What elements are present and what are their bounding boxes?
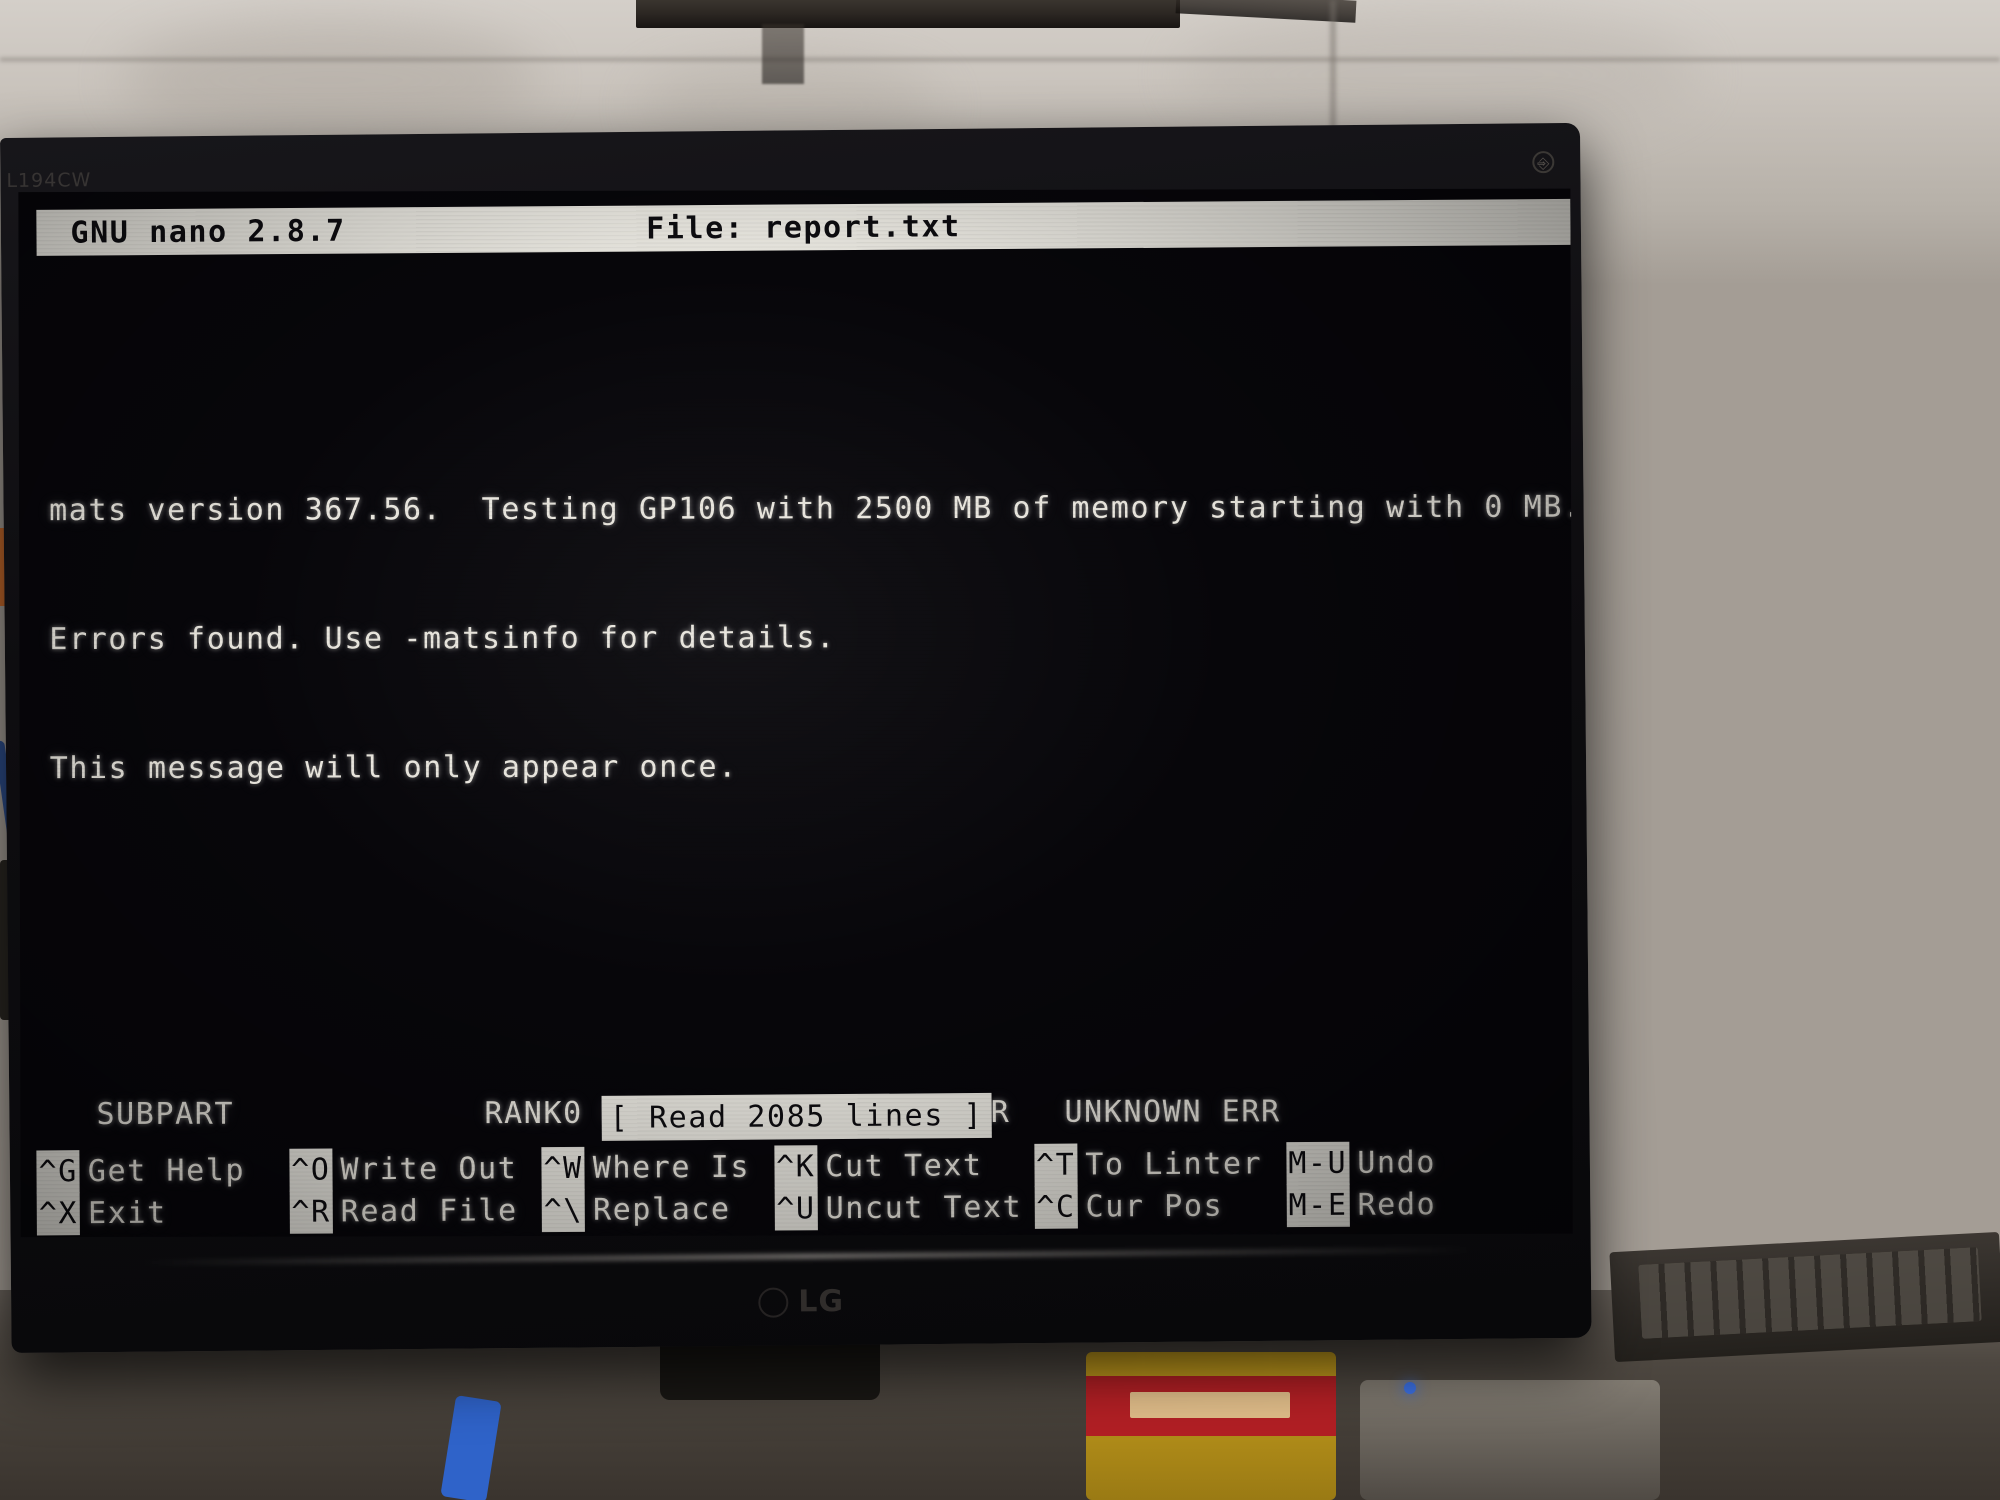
- report-line: Errors found. Use -matsinfo for details.: [49, 620, 836, 658]
- nano-title-bar: GNU nano 2.8.7 File: report.txt: [36, 198, 1571, 256]
- shortcut-label: Cut Text: [825, 1147, 983, 1184]
- shortcut-group: M-U Undo M-E Redo: [1286, 1141, 1437, 1227]
- report-message-block: mats version 367.56. Testing GP106 with …: [35, 400, 1573, 876]
- shortcut-replace[interactable]: ^\ Replace: [541, 1188, 751, 1232]
- wall-seam: [0, 58, 2000, 61]
- shortcut-label: Where Is: [592, 1149, 751, 1186]
- shortcut-label: Redo: [1357, 1186, 1437, 1223]
- column-header-unknown-err: UNKNOWN ERR: [1064, 1094, 1281, 1130]
- wall-stain: [1180, 10, 1700, 140]
- shortcut-group: ^G Get Help ^X Exit: [36, 1149, 246, 1235]
- shortcut-label: Uncut Text: [825, 1189, 1023, 1226]
- shortcut-read-file[interactable]: ^R Read File: [289, 1189, 518, 1234]
- shortcut-to-linter[interactable]: ^T To Linter: [1033, 1142, 1263, 1187]
- shortcut-get-help[interactable]: ^G Get Help: [36, 1149, 246, 1193]
- shortcut-group: ^W Where Is ^\ Replace: [541, 1146, 751, 1232]
- shortcut-key: ^\: [541, 1188, 586, 1232]
- shortcut-label: Cur Pos: [1085, 1188, 1224, 1224]
- shortcut-label: Read File: [340, 1192, 518, 1229]
- clutter-blue-led: [1404, 1382, 1416, 1394]
- clutter-plastic-bag: [1360, 1380, 1660, 1500]
- shortcut-group: ^K Cut Text ^U Uncut Text: [773, 1144, 1023, 1231]
- shortcut-cut-text[interactable]: ^K Cut Text: [773, 1144, 1022, 1189]
- monitor-model-label: L194CW: [6, 169, 92, 192]
- shortcut-label: Get Help: [87, 1152, 246, 1189]
- nano-version-label: GNU nano 2.8.7: [70, 213, 346, 251]
- shortcut-uncut-text[interactable]: ^U Uncut Text: [774, 1186, 1023, 1231]
- shortcut-write-out[interactable]: ^O Write Out: [288, 1147, 518, 1192]
- nano-text-body[interactable]: mats version 367.56. Testing GP106 with …: [35, 271, 1573, 1238]
- shortcut-where-is[interactable]: ^W Where Is: [541, 1146, 751, 1190]
- shortcut-group: ^T To Linter ^C Cur Pos: [1033, 1142, 1263, 1229]
- lg-mark-icon: [758, 1286, 789, 1318]
- shortcut-redo[interactable]: M-E Redo: [1286, 1183, 1437, 1227]
- shortcut-label: Replace: [592, 1191, 731, 1228]
- shortcut-label: Exit: [87, 1195, 167, 1231]
- shortcut-key: ^K: [773, 1144, 818, 1189]
- status-message: [ Read 2085 lines ]: [601, 1092, 992, 1141]
- nano-filename-label: File: report.txt: [646, 208, 961, 246]
- shortcut-key: ^W: [541, 1146, 585, 1190]
- shortcut-key: M-U: [1286, 1141, 1350, 1185]
- shortcut-key: M-E: [1286, 1183, 1350, 1227]
- wall-stain: [120, 20, 540, 140]
- shortcut-group: ^O Write Out ^R Read File: [288, 1147, 518, 1234]
- wall-tape-patch: [636, 0, 1180, 28]
- wall-tape-patch: [762, 24, 804, 84]
- shortcut-key: ^U: [774, 1186, 818, 1231]
- shortcut-exit[interactable]: ^X Exit: [36, 1191, 246, 1235]
- brand-logo: LG: [758, 1284, 844, 1320]
- shortcut-key: ^R: [289, 1189, 333, 1234]
- power-icon[interactable]: ⎆: [1532, 151, 1555, 174]
- report-line: mats version 367.56. Testing GP106 with …: [49, 489, 1573, 529]
- report-line: This message will only appear once.: [49, 749, 738, 787]
- nano-editor: GNU nano 2.8.7 File: report.txt mats ver…: [18, 189, 1573, 1238]
- shortcut-key: ^C: [1034, 1185, 1078, 1229]
- shortcut-key: ^O: [288, 1147, 333, 1192]
- shortcut-key: ^T: [1033, 1143, 1078, 1187]
- bezel-highlight: [140, 1246, 1471, 1266]
- shortcut-cur-pos[interactable]: ^C Cur Pos: [1034, 1184, 1263, 1229]
- screen: GNU nano 2.8.7 File: report.txt mats ver…: [18, 188, 1573, 1238]
- shortcut-key: ^X: [36, 1191, 81, 1235]
- nano-shortcut-bar: ^G Get Help ^X Exit ^O Write Out ^R Read…: [36, 1140, 1567, 1235]
- shortcut-label: Write Out: [340, 1150, 518, 1187]
- shortcut-key: ^G: [36, 1149, 80, 1193]
- photo-scene: L194CW ⎆ LG GNU nano 2.8.7 File: report.…: [0, 0, 2000, 1500]
- shortcut-undo[interactable]: M-U Undo: [1286, 1141, 1437, 1185]
- monitor: L194CW ⎆ LG GNU nano 2.8.7 File: report.…: [0, 122, 1592, 1353]
- column-header-subpart: SUBPART: [96, 1096, 235, 1132]
- brand-logo-text: LG: [798, 1283, 845, 1320]
- shortcut-label: Undo: [1357, 1144, 1437, 1181]
- shortcut-label: To Linter: [1085, 1145, 1263, 1182]
- clutter-tin-can-text: [1130, 1392, 1290, 1418]
